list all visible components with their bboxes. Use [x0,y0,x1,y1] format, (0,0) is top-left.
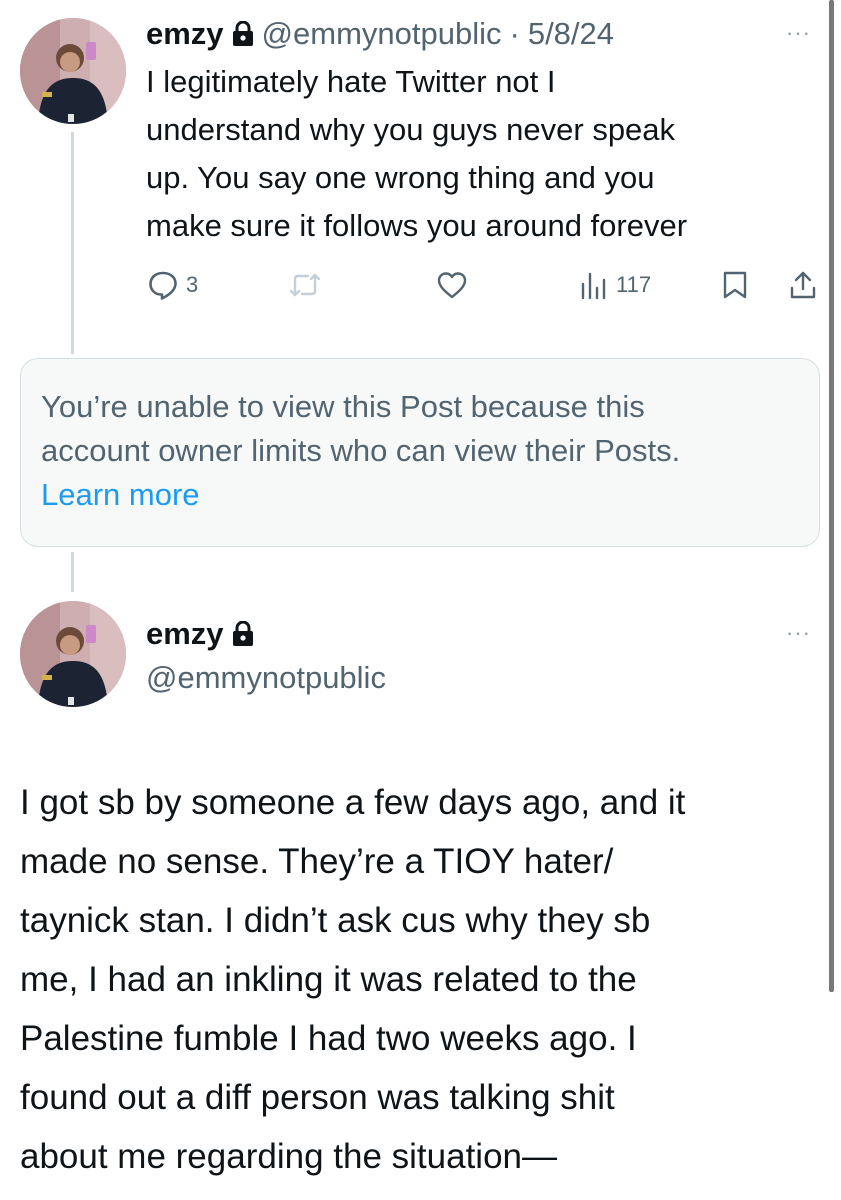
notice-text: You’re unable to view this Post because … [41,385,811,517]
like-button[interactable] [436,270,468,300]
notice-line: account owner limits who can view their … [41,433,681,468]
text-line: taynick stan. I didn’t ask cus why they … [20,901,651,940]
display-name[interactable]: emzy [146,16,224,52]
like-icon [437,272,467,299]
post-date[interactable]: 5/8/24 [528,16,614,52]
reply-icon [149,271,177,300]
text-line: me, I had an inkling it was related to t… [20,960,637,999]
scrollbar[interactable] [829,0,834,992]
text-line: found out a diff person was talking shit [20,1078,615,1117]
text-line: I legitimately hate Twitter not I [146,64,556,99]
display-name[interactable]: emzy [146,616,224,652]
more-options-button[interactable]: ··· [786,20,811,46]
lock-icon [232,620,254,647]
bookmark-icon [723,271,747,299]
text-line: make sure it follows you around forever [146,208,688,243]
bookmark-button[interactable] [722,270,748,300]
lock-icon [232,20,254,47]
more-options-button[interactable]: ··· [786,620,811,646]
thread-line-middle [71,552,74,592]
tweet2-text: I got sb by someone a few days ago, and … [20,773,810,1186]
text-line: about me regarding the situation— [20,1137,557,1176]
avatar[interactable] [20,601,126,707]
reply-button[interactable]: 3 [148,270,198,300]
text-line: Palestine fumble I had two weeks ago. I [20,1019,637,1058]
separator-dot: · [509,16,520,51]
text-line: made no sense. They’re a TIOY hater/ [20,842,614,881]
retweet-icon [289,273,321,297]
tweet1-text: I legitimately hate Twitter not I unders… [146,58,826,250]
view-count: 117 [616,272,652,297]
views-button[interactable]: 117 [578,270,651,300]
reply-count: 3 [186,272,199,297]
text-line: up. You say one wrong thing and you [146,160,655,195]
views-icon [581,272,606,300]
avatar[interactable] [20,18,126,124]
share-button[interactable] [788,270,818,300]
tweet1-header: emzy @emmynotpublic · 5/8/24 [146,12,614,56]
share-icon [790,271,816,299]
thread-line-top [71,132,74,354]
notice-line: You’re unable to view this Post because … [41,389,645,424]
handle[interactable]: @emmynotpublic [262,16,502,52]
handle[interactable]: @emmynotpublic [146,660,386,696]
text-line: understand why you guys never speak [146,112,676,147]
retweet-button[interactable] [288,270,322,300]
restricted-post-notice: You’re unable to view this Post because … [20,358,820,547]
tweet2-header: emzy [146,612,254,656]
text-line: I got sb by someone a few days ago, and … [20,783,686,822]
learn-more-link[interactable]: Learn more [41,473,811,517]
